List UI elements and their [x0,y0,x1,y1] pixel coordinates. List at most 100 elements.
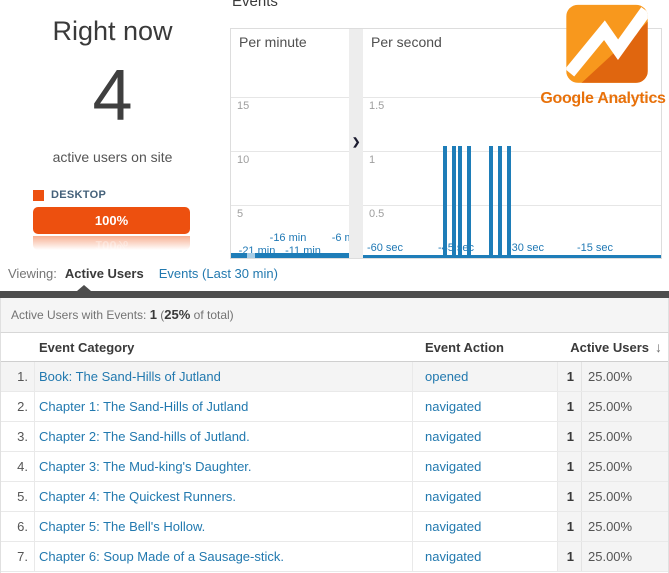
tab-events-last-30-min[interactable]: Events (Last 30 min) [159,266,278,281]
x-axis-tick: -60 sec [367,242,403,254]
viewing-row: Viewing: Active Users Events (Last 30 mi… [8,266,278,281]
event-bar [452,146,456,258]
event-action-link[interactable]: navigated [425,549,481,564]
event-action-link[interactable]: opened [425,369,468,384]
active-users-count: 1 [558,362,582,391]
active-users-count: 1 [558,512,582,541]
table-row: 6. Chapter 5: The Bell's Hollow. navigated… [1,512,668,542]
event-bar [467,146,471,258]
active-users-percent: 25.00% [582,362,668,391]
event-action-link[interactable]: navigated [425,399,481,414]
y-axis-tick: 15 [237,100,249,112]
ga-realtime-events-screen: Right now 4 active users on site DESKTOP… [0,0,669,573]
event-category-link[interactable]: Chapter 2: The Sand-hills of Jutland. [39,429,250,444]
active-users-subtitle: active users on site [0,149,225,165]
row-index: 5. [1,482,35,511]
event-category-link[interactable]: Chapter 6: Soup Made of a Sausage-stick. [39,549,284,564]
table-row: 2.Chapter 1: The Sand-Hills of Jutlandna… [1,392,668,422]
header-event-action[interactable]: Event Action [413,340,558,355]
row-index: 7. [1,542,35,571]
event-category: Chapter 3: The Mud-king's Daughter. [35,452,413,481]
event-action: navigated [413,512,558,541]
table-row: 7. Chapter 6: Soup Made of a Sausage-stic… [1,542,668,572]
x-axis-tick: -16 min [270,232,307,244]
event-action-link[interactable]: navigated [425,489,481,504]
event-action-link[interactable]: navigated [425,459,481,474]
desktop-legend-swatch-icon [33,190,44,201]
events-chart-title: Events [232,0,278,10]
event-bar [489,146,493,258]
row-index: 6. [1,512,35,541]
active-users-percent: 25.00% [582,542,668,571]
event-category: Chapter 4: The Quickest Runners. [35,482,413,511]
panel-divider[interactable]: ❯ [349,29,363,258]
active-users-count: 1 [558,482,582,511]
y-axis-tick: 1.5 [369,100,384,112]
events-table: Event Category Event Action Active Users… [0,333,669,573]
desktop-percent-bar: 100% [33,207,190,234]
table-row: 5. Chapter 4: The Quickest Runners. naviga… [1,482,668,512]
google-analytics-logo-icon [562,3,652,88]
gridline [231,97,349,98]
event-category-link[interactable]: Book: The Sand-Hills of Jutland [39,369,221,384]
event-category-link[interactable]: Chapter 3: The Mud-king's Daughter. [39,459,252,474]
event-action: navigated [413,422,558,451]
device-legend: DESKTOP [33,189,106,201]
x-axis-tick: -15 sec [577,242,613,254]
event-category-link[interactable]: Chapter 1: The Sand-Hills of Jutland [39,399,248,414]
active-users-percent: 25.00% [582,482,668,511]
active-users-percent: 25.00% [582,452,668,481]
events-table-body: 1. Book: The Sand-Hills of Jutland opened 1… [1,362,668,572]
y-axis-tick: 5 [237,208,243,220]
active-users-count: 4 [0,60,225,132]
x-axis-tick: -30 sec [508,242,544,254]
gridline [231,151,349,152]
per-second-baseline [363,255,661,258]
event-action-link[interactable]: navigated [425,519,481,534]
event-bar [507,146,511,258]
gridline [231,205,349,206]
active-users-percent: 25.00% [582,392,668,421]
event-category: Chapter 6: Soup Made of a Sausage-stick. [35,542,413,571]
event-bar [498,146,502,258]
per-second-title: Per second [371,34,442,50]
event-action: navigated [413,542,558,571]
gridline [363,151,661,152]
y-axis-tick: 10 [237,154,249,166]
active-users-count: 1 [558,542,582,571]
right-now-card: Right now 4 active users on site DESKTOP… [0,0,225,260]
desktop-percent-bar-reflection: 100% [33,236,190,250]
chevron-right-icon: ❯ [352,137,360,148]
event-bar [458,146,462,258]
active-users-percent: 25.00% [582,422,668,451]
per-minute-highlight-bar [247,253,255,258]
per-minute-panel: Per minute 15 10 5 -21 min -16 min -11 m… [231,29,349,258]
event-category-link[interactable]: Chapter 4: The Quickest Runners. [39,489,236,504]
event-category: Chapter 5: The Bell's Hollow. [35,512,413,541]
event-action: navigated [413,452,558,481]
per-minute-title: Per minute [239,34,307,50]
x-axis-tick: -6 min [332,232,349,244]
gridline [363,205,661,206]
viewing-label: Viewing: [8,266,57,281]
sort-descending-icon[interactable]: ↓ [655,339,662,355]
table-row: 4. Chapter 3: The Mud-king's Daughter. nav… [1,452,668,482]
tab-active-users[interactable]: Active Users [65,266,144,281]
table-row: 1. Book: The Sand-Hills of Jutland opened 1… [1,362,668,392]
row-index: 3. [1,422,35,451]
event-category: Book: The Sand-Hills of Jutland [35,362,413,391]
header-event-category[interactable]: Event Category [35,340,413,355]
filter-bar: Active Users with Events: 1 (25% of tota… [0,298,669,333]
table-row: 3. Chapter 2: The Sand-hills of Jutland. n… [1,422,668,452]
row-index: 1. [1,362,35,391]
right-now-title: Right now [0,16,225,47]
event-action: navigated [413,392,558,421]
event-action: opened [413,362,558,391]
active-users-count: 1 [558,452,582,481]
active-users-percent: 25.00% [582,512,668,541]
event-action-link[interactable]: navigated [425,429,481,444]
row-index: 4. [1,452,35,481]
header-active-users[interactable]: Active Users ↓ [558,339,668,355]
table-header-row: Event Category Event Action Active Users… [1,333,668,362]
event-category-link[interactable]: Chapter 5: The Bell's Hollow. [39,519,205,534]
